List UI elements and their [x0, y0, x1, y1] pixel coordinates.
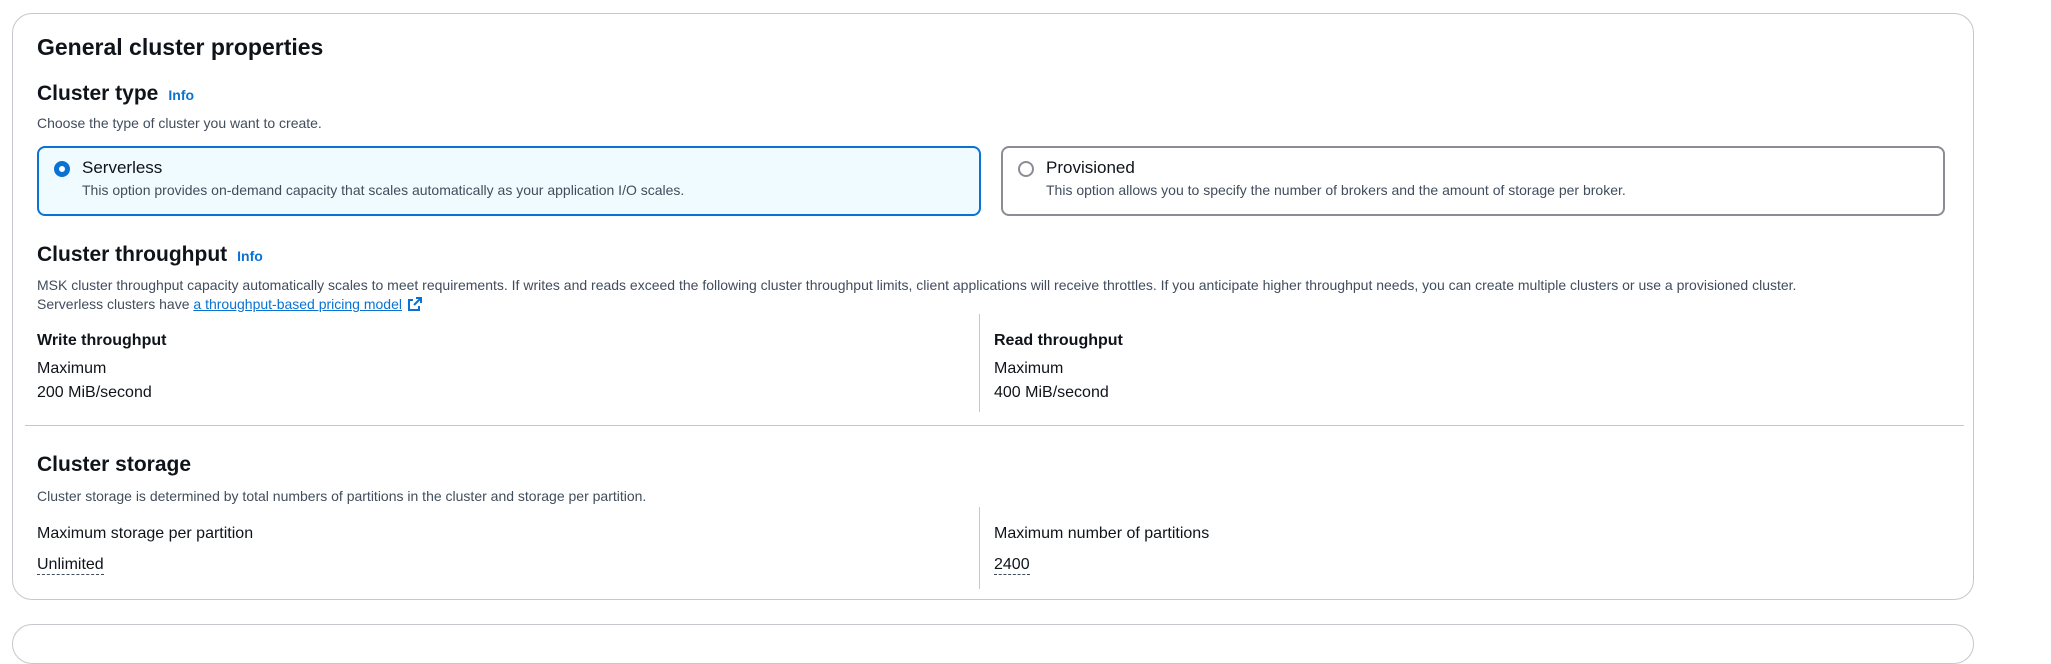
throughput-column-divider [979, 314, 980, 412]
cluster-throughput-header: Cluster throughput Info [37, 243, 263, 267]
cluster-storage-description: Cluster storage is determined by total n… [37, 488, 647, 504]
next-panel [12, 624, 1974, 664]
option-label: Serverless [82, 158, 163, 177]
radio-unselected-icon[interactable] [1018, 161, 1034, 177]
option-label: Provisioned [1046, 158, 1135, 177]
section-divider [25, 425, 1964, 426]
general-cluster-properties-panel: General cluster properties Cluster type I… [12, 13, 1974, 600]
description-prefix: Serverless clusters have [37, 296, 194, 312]
cluster-throughput-info-link[interactable]: Info [237, 248, 263, 264]
max-partitions-label: Maximum number of partitions [994, 525, 1210, 542]
max-storage-value-text[interactable]: Unlimited [37, 556, 104, 575]
write-throughput-sublabel: Maximum [37, 360, 107, 377]
radio-selected-icon[interactable] [54, 161, 70, 177]
cluster-type-heading: Cluster type [37, 82, 159, 105]
read-throughput-value: 400 MiB/second [994, 384, 1109, 401]
cluster-type-header: Cluster type Info [37, 82, 194, 106]
cluster-throughput-heading: Cluster throughput [37, 243, 228, 266]
cluster-type-option-serverless[interactable]: Serverless This option provides on-deman… [37, 146, 981, 216]
option-description: This option allows you to specify the nu… [1046, 182, 1626, 198]
max-storage-label: Maximum storage per partition [37, 525, 254, 542]
throughput-description-line2: Serverless clusters have a throughput-ba… [37, 296, 423, 315]
pricing-model-link[interactable]: a throughput-based pricing model [193, 296, 402, 312]
throughput-description-line1: MSK cluster throughput capacity automati… [37, 277, 1797, 293]
cluster-type-description: Choose the type of cluster you want to c… [37, 115, 322, 131]
option-description: This option provides on-demand capacity … [82, 182, 685, 198]
write-throughput-label: Write throughput [37, 332, 167, 349]
write-throughput-value: 200 MiB/second [37, 384, 152, 401]
read-throughput-sublabel: Maximum [994, 360, 1064, 377]
max-partitions-value[interactable]: 2400 [994, 556, 1030, 575]
max-partitions-value-text[interactable]: 2400 [994, 556, 1030, 575]
cluster-type-option-provisioned[interactable]: Provisioned This option allows you to sp… [1001, 146, 1945, 216]
cluster-storage-heading: Cluster storage [37, 453, 192, 476]
storage-column-divider [979, 507, 980, 589]
section-title: General cluster properties [37, 34, 324, 60]
cluster-type-info-link[interactable]: Info [168, 87, 194, 103]
read-throughput-label: Read throughput [994, 332, 1123, 349]
external-link-icon[interactable] [407, 296, 423, 315]
max-storage-value[interactable]: Unlimited [37, 556, 104, 575]
